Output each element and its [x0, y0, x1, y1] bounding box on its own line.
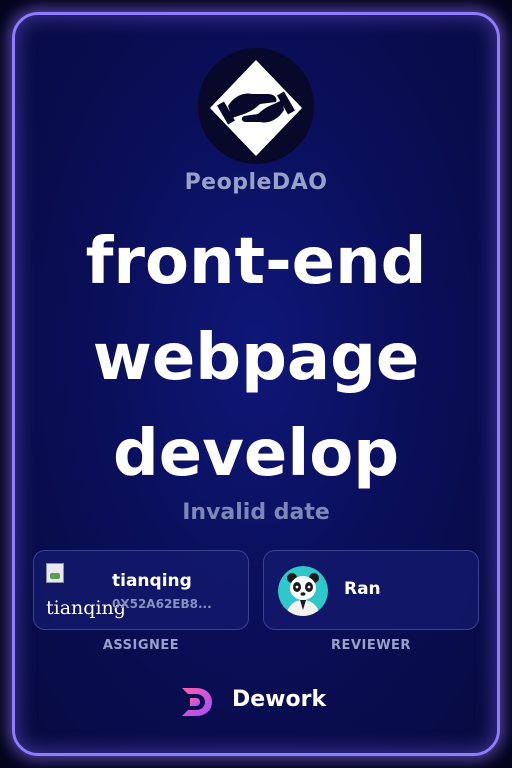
dework-logo-icon: [182, 688, 212, 716]
task-title: front-end webpage develop: [0, 214, 512, 502]
reviewer-card[interactable]: Ran: [263, 550, 479, 630]
dework-brand[interactable]: Dework: [178, 682, 358, 722]
reviewer-name: Ran: [344, 579, 381, 599]
assignee-card[interactable]: tianqing tianqing 0X52A62EB8...: [33, 550, 249, 630]
org-name: PeopleDAO: [184, 170, 328, 195]
reviewer-role-label: REVIEWER: [331, 638, 411, 653]
broken-image-icon: [46, 563, 64, 583]
assignee-role-label: ASSIGNEE: [102, 638, 180, 653]
task-date: Invalid date: [182, 500, 330, 525]
handshake-icon: [210, 60, 302, 156]
assignee-address: 0X52A62EB8...: [112, 597, 212, 611]
task-title-line-1: front-end: [85, 225, 427, 299]
org-logo: [198, 48, 314, 164]
panda-avatar: [278, 566, 328, 616]
assignee-name: tianqing: [112, 571, 192, 591]
task-title-line-3: develop: [112, 417, 400, 491]
task-title-line-2: webpage: [92, 321, 420, 395]
dework-brand-name: Dework: [232, 687, 327, 712]
